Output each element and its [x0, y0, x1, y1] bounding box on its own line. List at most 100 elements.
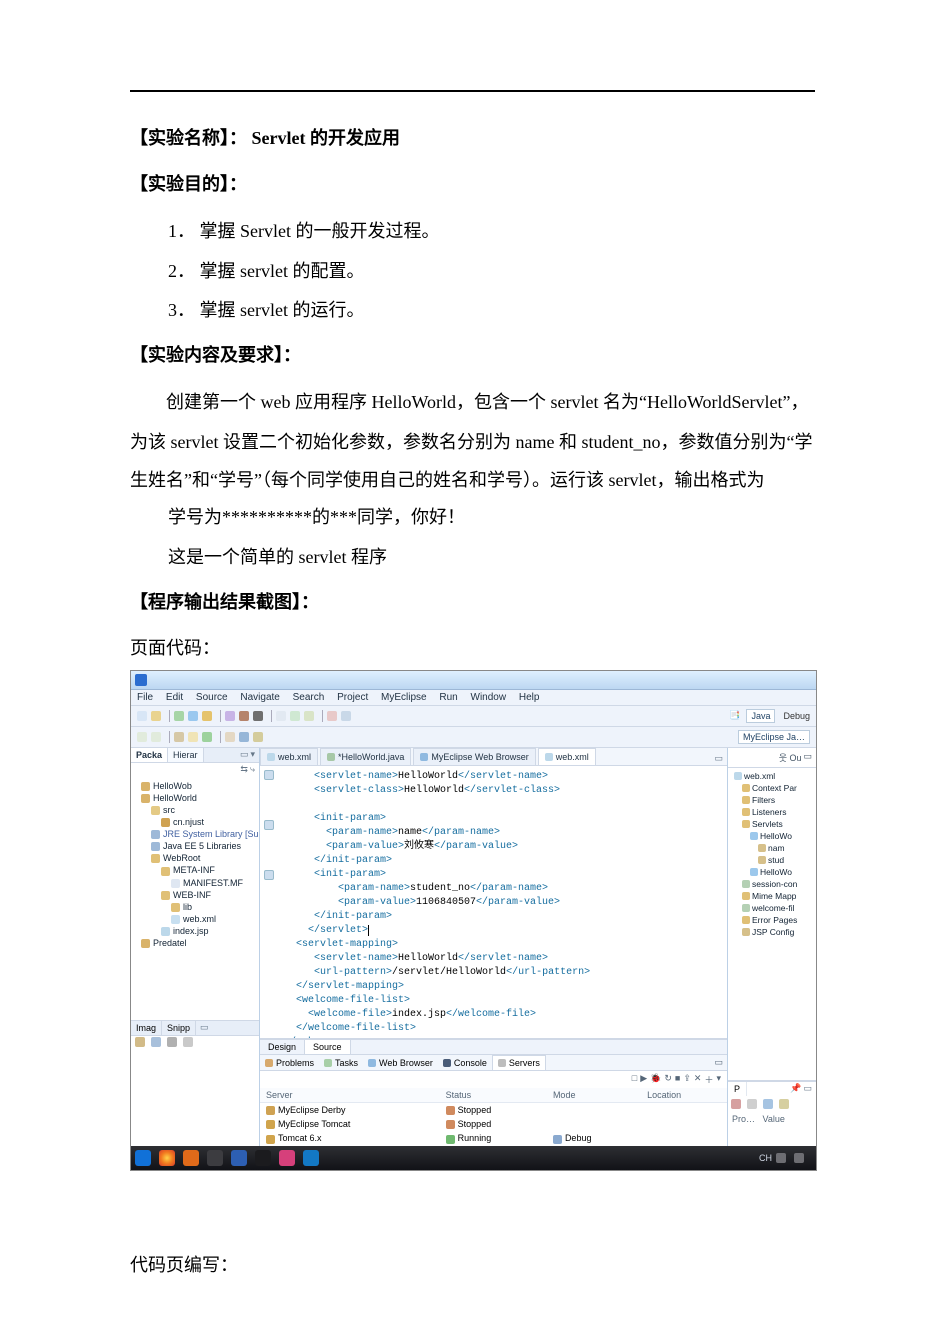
- prop-icon[interactable]: [747, 1099, 757, 1109]
- tab-servers[interactable]: Servers: [492, 1055, 546, 1070]
- file-icon[interactable]: [188, 732, 198, 742]
- server-menu-icon[interactable]: ▾: [716, 1073, 721, 1086]
- back-icon[interactable]: [327, 711, 337, 721]
- fit-icon[interactable]: [151, 1037, 161, 1047]
- media-icon[interactable]: [303, 1150, 319, 1166]
- link-editor-icon[interactable]: ⤷: [250, 764, 255, 775]
- code-editor[interactable]: <servlet-name>HelloWorld</servlet-name> …: [260, 766, 727, 1040]
- project-tree[interactable]: HelloWob HelloWorld src cn.njust JRE Sys…: [131, 776, 259, 1020]
- tab-snippets[interactable]: Snipp: [162, 1021, 196, 1035]
- server-row[interactable]: MyEclipse Tomcat Stopped: [260, 1117, 727, 1131]
- tree-item[interactable]: cn.njust: [173, 817, 204, 827]
- menu-myeclipse[interactable]: MyEclipse: [381, 692, 427, 703]
- collapse-icon[interactable]: ⇆: [240, 764, 248, 775]
- refresh-icon[interactable]: [304, 711, 314, 721]
- outline-item[interactable]: HelloWo: [760, 831, 792, 841]
- new-icon[interactable]: [137, 711, 147, 721]
- server-icon[interactable]: [239, 711, 249, 721]
- tab-console[interactable]: Console: [438, 1056, 492, 1070]
- debug-icon[interactable]: [188, 711, 198, 721]
- perspective-java[interactable]: Java: [746, 709, 775, 723]
- menu-run[interactable]: Run: [439, 692, 457, 703]
- stop-icon[interactable]: [253, 711, 263, 721]
- chrome-icon[interactable]: [159, 1150, 175, 1166]
- editor-tab-webxml2[interactable]: web.xml: [538, 748, 596, 765]
- max-icon[interactable]: ▭: [714, 1057, 723, 1068]
- tree-item[interactable]: MANIFEST.MF: [183, 878, 243, 888]
- menu-project[interactable]: Project: [337, 692, 368, 703]
- editor-tab-hellojava[interactable]: *HelloWorld.java: [320, 748, 411, 765]
- open-type-icon[interactable]: [276, 711, 286, 721]
- run-icon[interactable]: [174, 711, 184, 721]
- editor-tab-webxml1[interactable]: web.xml: [260, 748, 318, 765]
- tab-package[interactable]: Packa: [131, 748, 168, 762]
- prop-icon[interactable]: [779, 1099, 789, 1109]
- tree-item[interactable]: JRE System Library [Sun J: [163, 829, 259, 839]
- tab-problems[interactable]: Problems: [260, 1056, 319, 1070]
- outline-view[interactable]: web.xml Context Par Filters Listeners Se…: [728, 768, 816, 1081]
- pin-icon[interactable]: 📌: [790, 1083, 801, 1095]
- tray-icon[interactable]: [794, 1153, 804, 1163]
- save-icon[interactable]: [151, 711, 161, 721]
- menu-search[interactable]: Search: [293, 692, 325, 703]
- outline-item[interactable]: stud: [768, 855, 784, 865]
- folder-icon[interactable]: [174, 732, 184, 742]
- server-publish-icon[interactable]: ⇪: [683, 1073, 691, 1086]
- outline-item[interactable]: Context Par: [752, 783, 797, 793]
- min-icon[interactable]: ▭: [803, 751, 812, 764]
- tab-tasks[interactable]: Tasks: [319, 1056, 363, 1070]
- editor-tab-browser[interactable]: MyEclipse Web Browser: [413, 748, 535, 765]
- menubar[interactable]: File Edit Source Navigate Search Project…: [131, 690, 816, 706]
- server-row[interactable]: MyEclipse Derby Stopped: [260, 1103, 727, 1118]
- tree-item[interactable]: index.jsp: [173, 926, 209, 936]
- col-mode[interactable]: Mode: [547, 1088, 641, 1103]
- perspective-debug[interactable]: Debug: [783, 711, 810, 721]
- server-restart-icon[interactable]: ↻: [664, 1073, 672, 1086]
- app-icon[interactable]: [255, 1150, 271, 1166]
- deploy-icon[interactable]: [225, 711, 235, 721]
- outline-item[interactable]: HelloWo: [760, 867, 792, 877]
- tree-item[interactable]: WEB-INF: [173, 890, 211, 900]
- tool-icon[interactable]: [202, 711, 212, 721]
- app-icon[interactable]: [279, 1150, 295, 1166]
- col-server[interactable]: Server: [260, 1088, 440, 1103]
- outline-item[interactable]: web.xml: [744, 771, 775, 781]
- server-tool-icon[interactable]: □: [632, 1073, 637, 1086]
- col-status[interactable]: Status: [440, 1088, 547, 1103]
- forward-icon[interactable]: [341, 711, 351, 721]
- tree-item[interactable]: HelloWob: [153, 781, 192, 791]
- tab-hierarchy[interactable]: Hierar: [168, 748, 204, 762]
- tree-item[interactable]: WebRoot: [163, 853, 200, 863]
- ime-indicator[interactable]: CH: [759, 1153, 772, 1163]
- prop-icon[interactable]: [763, 1099, 773, 1109]
- perspective-myeclipse[interactable]: MyEclipse Ja…: [738, 730, 810, 744]
- app-icon[interactable]: [207, 1150, 223, 1166]
- tree-item[interactable]: src: [163, 805, 175, 815]
- server-start-icon[interactable]: ▶: [640, 1073, 647, 1086]
- server-debug-icon[interactable]: 🐞: [650, 1073, 661, 1086]
- tree-item[interactable]: Java EE 5 Libraries: [163, 841, 241, 851]
- outline-item[interactable]: Listeners: [752, 807, 787, 817]
- menu-navigate[interactable]: Navigate: [240, 692, 279, 703]
- outline-item[interactable]: welcome-fil: [752, 903, 795, 913]
- tab-design[interactable]: Design: [260, 1040, 305, 1054]
- indent-icon[interactable]: [151, 732, 161, 742]
- fold-icon[interactable]: [264, 770, 274, 780]
- zoom-icon[interactable]: [135, 1037, 145, 1047]
- col-location[interactable]: Location: [641, 1088, 727, 1103]
- menu-help[interactable]: Help: [519, 692, 540, 703]
- outline-item[interactable]: Filters: [752, 795, 775, 805]
- tree-item[interactable]: web.xml: [183, 914, 216, 924]
- search-icon[interactable]: [290, 711, 300, 721]
- outline-item[interactable]: nam: [768, 843, 785, 853]
- tab-webbrowser[interactable]: Web Browser: [363, 1056, 438, 1070]
- outdent-icon[interactable]: [137, 732, 147, 742]
- view-menu-icon[interactable]: ▾: [250, 749, 255, 761]
- grid-icon[interactable]: [167, 1037, 177, 1047]
- minimize-icon[interactable]: ▭: [240, 749, 249, 761]
- play-icon[interactable]: [202, 732, 212, 742]
- link-icon[interactable]: [239, 732, 249, 742]
- server-stop-icon[interactable]: ■: [675, 1073, 680, 1086]
- tab-image[interactable]: Imag: [131, 1021, 162, 1035]
- tree-item[interactable]: Predatel: [153, 938, 187, 948]
